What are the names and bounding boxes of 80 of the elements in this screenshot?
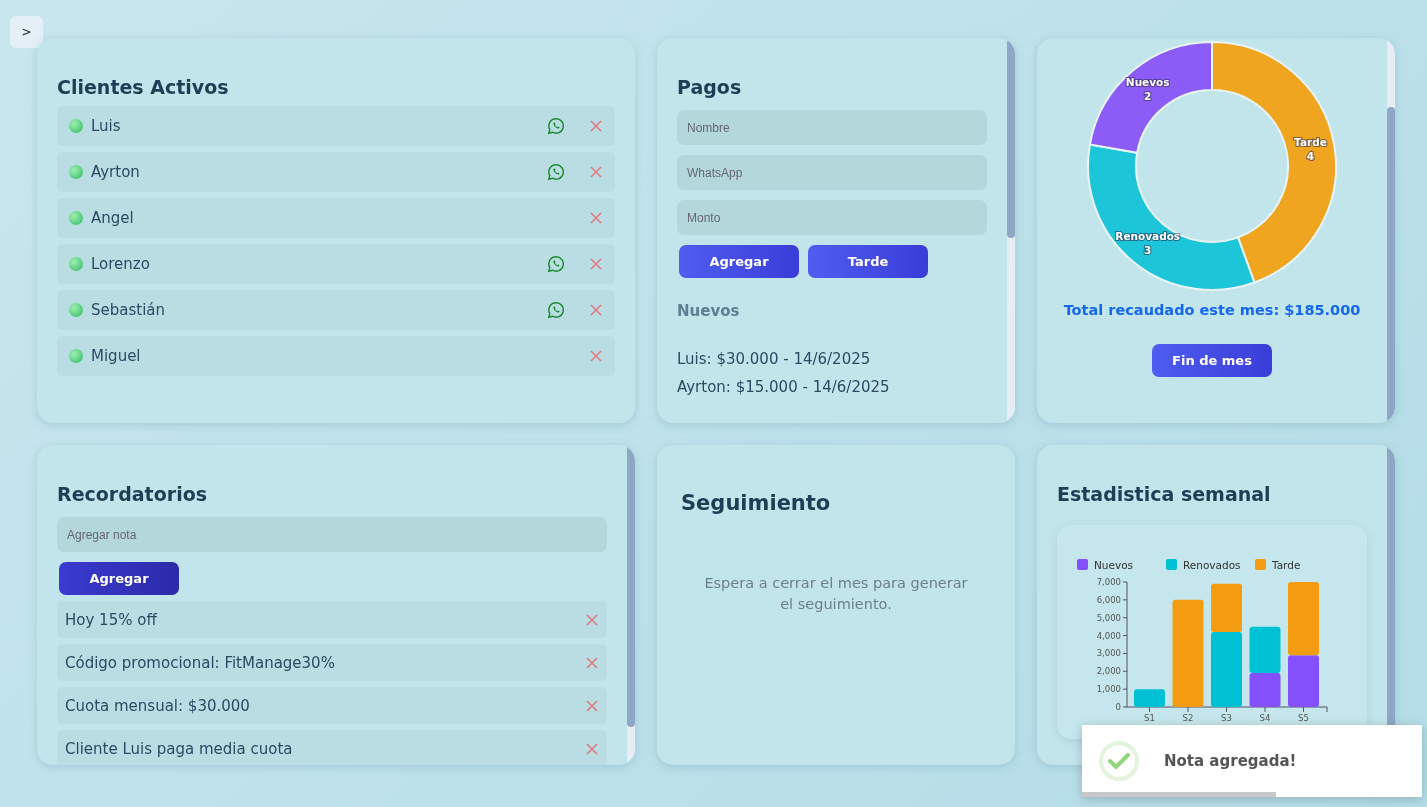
note-text: Código promocional: FitManage30% [65,653,336,672]
status-dot [69,303,83,317]
legend-swatch [1077,559,1088,570]
status-dot [69,257,83,271]
tick-label: 6,000 [1096,594,1121,605]
card-title: Seguimiento [681,491,832,515]
delete-icon[interactable] [589,211,603,225]
slice-label: Nuevos [1125,76,1170,89]
delete-icon[interactable] [585,655,599,670]
legend-swatch [1255,559,1266,570]
payment-entry: Ayrton: $15.000 - 14/6/2025 [677,378,891,396]
check-icon [1098,740,1140,782]
client-name: Sebastián [91,301,167,319]
tick-label: 1,000 [1096,684,1121,695]
delete-icon[interactable] [589,349,603,363]
client-name: Lorenzo [91,255,151,273]
payment-entry: Luis: $30.000 - 14/6/2025 [677,350,872,368]
tick-label: 7,000 [1096,577,1121,587]
client-name: Luis [91,117,122,135]
legend-swatch [1166,559,1177,570]
whatsapp-icon[interactable] [547,163,565,181]
card-title: Clientes Activos [57,76,230,98]
slice-value: 4 [1306,149,1315,162]
action-button[interactable]: Tarde [808,245,928,278]
tick-label: 4,000 [1096,630,1121,641]
slice-label: Tarde [1294,135,1327,148]
info-message: Espera a cerrar el mes para generar el seguimiento. [703,574,969,614]
tick-label: 5,000 [1096,612,1121,623]
delete-icon[interactable] [585,612,599,627]
note-text: Cliente Luis paga media cuota [65,739,294,758]
whatsapp-icon[interactable] [547,301,565,319]
bar-segment [1288,655,1319,707]
delete-icon[interactable] [589,257,603,271]
card-title: Recordatorios [57,483,208,505]
card-title: Pagos [677,76,743,98]
note-text: Cuota mensual: $30.000 [65,696,251,715]
client-name: Ayrton [91,163,141,181]
category-label: S5 [1298,713,1309,723]
add-button[interactable]: Agregar [59,562,179,595]
legend-label: Nuevos [1094,559,1134,571]
bar-segment [1249,673,1281,707]
end-month-button[interactable]: Fin de mes [1152,344,1272,377]
section-heading: Nuevos [677,302,741,320]
input-field[interactable]: Monto [677,200,987,235]
action-button[interactable]: Agregar [679,245,799,278]
client-name: Miguel [91,347,142,365]
slice-label: Renovados [1115,229,1181,242]
tick-label: 3,000 [1096,648,1121,659]
card-title: Estadistica semanal [1057,483,1272,505]
delete-icon[interactable] [589,303,603,317]
status-dot [69,211,83,225]
whatsapp-icon[interactable] [547,255,565,273]
note-text: Hoy 15% off [65,610,158,629]
input-field[interactable]: WhatsApp [677,155,987,190]
toast-message: Nota agregada! [1164,752,1297,770]
total-text: Total recaudado este mes: $185.000 [1062,302,1362,318]
sidebar-toggle[interactable]: > [10,16,43,48]
slice-value: 3 [1144,243,1152,256]
input-field[interactable]: Agregar nota [57,517,607,552]
status-dot [69,349,83,363]
category-label: S3 [1221,713,1232,723]
slice-value: 2 [1144,90,1152,103]
legend-label: Renovados [1183,559,1241,571]
tick-label: 2,000 [1096,666,1121,677]
delete-icon[interactable] [589,119,603,133]
whatsapp-icon[interactable] [547,117,565,135]
legend-label: Tarde [1272,559,1301,571]
category-label: S2 [1182,713,1194,723]
bar-segment [1249,626,1281,674]
category-label: S1 [1144,713,1155,723]
delete-icon[interactable] [585,741,599,756]
status-dot [69,119,83,133]
delete-icon[interactable] [585,698,599,713]
bar-segment [1134,689,1165,707]
client-name: Angel [91,209,135,227]
delete-icon[interactable] [589,165,603,179]
tick-label: 0 [1115,702,1121,712]
category-label: S4 [1259,713,1271,723]
status-dot [69,165,83,179]
input-field[interactable]: Nombre [677,110,987,145]
